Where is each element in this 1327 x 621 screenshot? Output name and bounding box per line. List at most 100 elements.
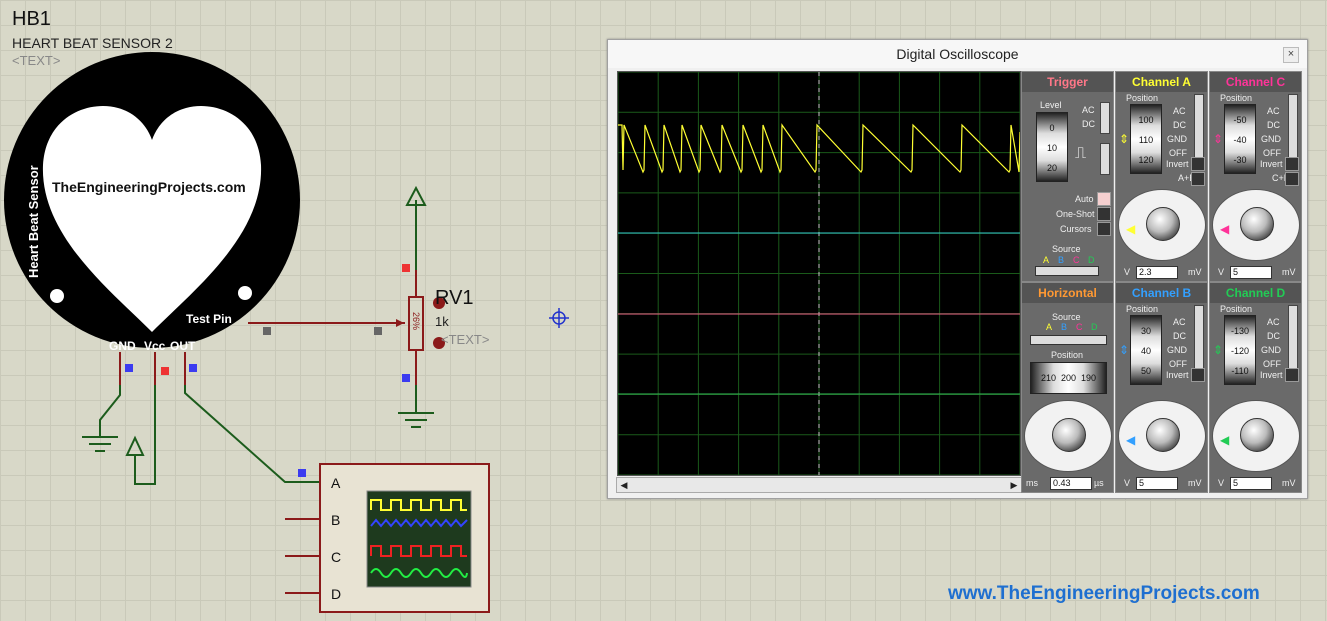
pin-marker xyxy=(189,364,197,372)
channel-b-unit-left: V xyxy=(1124,478,1131,488)
channel-a-volts-value[interactable]: 2.3 xyxy=(1136,266,1178,279)
wire[interactable] xyxy=(99,385,121,437)
source-label: Source xyxy=(1052,244,1081,254)
channel-a-position-label: Position xyxy=(1126,93,1159,103)
channel-c-coupling-dc: DC xyxy=(1267,120,1280,130)
channel-d-position-drum[interactable]: -130 -120 -110 xyxy=(1224,315,1256,385)
h-unit-right: µs xyxy=(1094,478,1104,488)
pot-text-placeholder: <TEXT> xyxy=(441,332,490,347)
wire[interactable] xyxy=(184,385,320,483)
h-source-slider[interactable] xyxy=(1030,335,1107,345)
channel-d-marker-icon: ◀ xyxy=(1220,433,1230,447)
h-unit-left: ms xyxy=(1026,478,1038,488)
combine-button-a[interactable] xyxy=(1191,172,1205,186)
position-arrow-icon: ⇕ xyxy=(1213,343,1224,357)
channel-d-unit-left: V xyxy=(1218,478,1225,488)
coupling-switch[interactable] xyxy=(1100,102,1110,134)
watermark: www.TheEngineeringProjects.com xyxy=(948,583,1260,604)
channel-a-coupling-off: OFF xyxy=(1169,148,1187,158)
channel-c-volts-knob[interactable] xyxy=(1240,207,1274,241)
scope-pin-b: B xyxy=(331,512,341,528)
h-position-drum[interactable]: 210 200 190 xyxy=(1030,362,1107,394)
component-text-placeholder: <TEXT> xyxy=(12,53,61,68)
channel-a-title: Channel A xyxy=(1116,72,1207,92)
channel-b-invert-label: Invert xyxy=(1166,370,1189,380)
oscilloscope-window[interactable]: Digital Oscilloscope × ◀ ▶ Trigger Level… xyxy=(607,39,1308,499)
source-slider[interactable] xyxy=(1035,266,1099,276)
channel-c-panel: Channel C Position -50 -40 -30 ⇕ AC DC G… xyxy=(1209,71,1302,282)
channel-d-coupling-gnd: GND xyxy=(1261,345,1281,355)
close-button[interactable]: × xyxy=(1283,47,1299,63)
position-arrow-icon: ⇕ xyxy=(1119,343,1130,357)
mode-auto-button[interactable] xyxy=(1097,192,1111,206)
channel-c-invert-label: Invert xyxy=(1260,159,1283,169)
horizontal-panel: Horizontal Source A B C D Position 210 2… xyxy=(1021,282,1114,493)
channel-c-unit-right: mV xyxy=(1282,267,1296,277)
mode-oneshot-label: One-Shot xyxy=(1056,209,1095,219)
trigger-title: Trigger xyxy=(1022,72,1113,92)
channel-a-unit-right: mV xyxy=(1188,267,1202,277)
horizontal-scrollbar[interactable]: ◀ ▶ xyxy=(616,477,1022,493)
channel-d-coupling-ac: AC xyxy=(1267,317,1280,327)
channel-a-coupling-switch[interactable] xyxy=(1194,94,1204,162)
channel-c-coupling-off: OFF xyxy=(1263,148,1281,158)
level-drum[interactable]: 0 10 20 xyxy=(1036,112,1068,182)
scroll-right-icon[interactable]: ▶ xyxy=(1007,478,1021,492)
mode-cursors-button[interactable] xyxy=(1097,222,1111,236)
timebase-value[interactable]: 0.43 xyxy=(1050,477,1092,490)
power-symbol xyxy=(125,435,145,456)
pin-marker xyxy=(298,469,306,477)
channel-b-position-drum[interactable]: 30 40 50 xyxy=(1130,315,1162,385)
channel-d-volts-knob[interactable] xyxy=(1240,418,1274,452)
edge-icon: ⎍ xyxy=(1075,145,1087,162)
h-source-label: Source xyxy=(1052,312,1081,322)
channel-c-marker-icon: ◀ xyxy=(1220,222,1230,236)
scroll-left-icon[interactable]: ◀ xyxy=(617,478,631,492)
pin-marker xyxy=(374,327,382,335)
sensor-side-text: Heart Beat Sensor xyxy=(26,165,41,278)
mode-auto-label: Auto xyxy=(1075,194,1094,204)
scope-screen[interactable] xyxy=(617,71,1021,476)
mode-oneshot-button[interactable] xyxy=(1097,207,1111,221)
pot-value: 1k xyxy=(435,314,449,329)
wire[interactable] xyxy=(134,385,156,485)
channel-b-volts-value[interactable]: 5 xyxy=(1136,477,1178,490)
channel-b-marker-icon: ◀ xyxy=(1126,433,1136,447)
combine-button-c[interactable] xyxy=(1285,172,1299,186)
h-position-label: Position xyxy=(1051,350,1084,360)
channel-c-volts-value[interactable]: 5 xyxy=(1230,266,1272,279)
channel-c-title: Channel C xyxy=(1210,72,1301,92)
horizontal-title: Horizontal xyxy=(1022,283,1113,303)
channel-b-invert-button[interactable] xyxy=(1191,368,1205,382)
pot-id: RV1 xyxy=(435,287,474,309)
channel-a-invert-button[interactable] xyxy=(1191,157,1205,171)
component-name: HEART BEAT SENSOR 2 xyxy=(12,35,173,51)
channel-a-coupling-dc: DC xyxy=(1173,120,1186,130)
channel-c-coupling-ac: AC xyxy=(1267,106,1280,116)
pin-marker xyxy=(161,367,169,375)
edge-switch[interactable] xyxy=(1100,143,1110,175)
timebase-knob[interactable] xyxy=(1052,418,1086,452)
pin-marker xyxy=(402,374,410,382)
channel-d-unit-right: mV xyxy=(1282,478,1296,488)
channel-c-coupling-switch[interactable] xyxy=(1288,94,1298,162)
channel-a-invert-label: Invert xyxy=(1166,159,1189,169)
channel-b-volts-knob[interactable] xyxy=(1146,418,1180,452)
channel-c-invert-button[interactable] xyxy=(1285,157,1299,171)
channel-d-invert-button[interactable] xyxy=(1285,368,1299,382)
channel-d-volts-value[interactable]: 5 xyxy=(1230,477,1272,490)
channel-a-coupling-ac: AC xyxy=(1173,106,1186,116)
pin-marker xyxy=(125,364,133,372)
channel-a-marker-icon: ◀ xyxy=(1126,222,1136,236)
coupling-ac: AC xyxy=(1082,105,1095,115)
channel-c-position-drum[interactable]: -50 -40 -30 xyxy=(1224,104,1256,174)
channel-b-title: Channel B xyxy=(1116,283,1207,303)
channel-a-position-drum[interactable]: 100 110 120 xyxy=(1130,104,1162,174)
channel-b-coupling-switch[interactable] xyxy=(1194,305,1204,373)
channel-d-coupling-switch[interactable] xyxy=(1288,305,1298,373)
channel-b-coupling-off: OFF xyxy=(1169,359,1187,369)
channel-a-volts-knob[interactable] xyxy=(1146,207,1180,241)
pin-label-out: OUT xyxy=(170,339,196,353)
scope-pin-c: C xyxy=(331,549,342,565)
coupling-dc: DC xyxy=(1082,119,1095,129)
